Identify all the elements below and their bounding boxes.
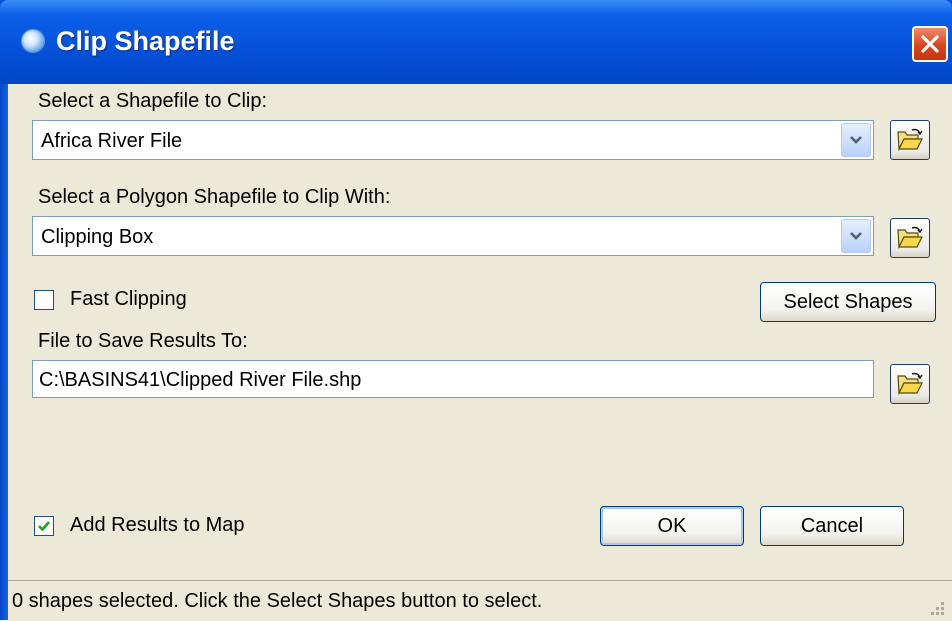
save-path-value: C:\BASINS41\Clipped River File.shp [39, 369, 362, 391]
polygon-value: Clipping Box [41, 226, 154, 248]
fast-clipping-checkbox[interactable] [34, 290, 54, 310]
chevron-down-icon [850, 232, 862, 240]
fast-clipping-label: Fast Clipping [70, 288, 187, 310]
window-left-border [0, 84, 8, 620]
save-path-field[interactable]: C:\BASINS41\Clipped River File.shp [32, 360, 874, 398]
add-results-checkbox[interactable] [34, 516, 54, 536]
close-icon [921, 35, 939, 53]
dialog-body: Select a Shapefile to Clip: Africa River… [8, 84, 952, 580]
status-text: 0 shapes selected. Click the Select Shap… [12, 590, 543, 612]
shapefile-value: Africa River File [41, 130, 183, 152]
title-bar[interactable]: Clip Shapefile [0, 0, 952, 84]
polygon-label: Select a Polygon Shapefile to Clip With: [38, 186, 391, 208]
browse-shapefile-button[interactable] [890, 120, 930, 160]
polygon-dropdown-button[interactable] [841, 219, 871, 253]
shapefile-dropdown-button[interactable] [841, 123, 871, 157]
browse-polygon-button[interactable] [890, 218, 930, 258]
add-results-label: Add Results to Map [70, 514, 245, 536]
save-label: File to Save Results To: [38, 330, 248, 352]
globe-icon [22, 30, 44, 52]
shapefile-combobox[interactable]: Africa River File [32, 120, 874, 160]
chevron-down-icon [850, 136, 862, 144]
close-button[interactable] [912, 26, 948, 62]
browse-save-button[interactable] [890, 364, 930, 404]
resize-grip-icon[interactable] [926, 597, 946, 617]
window-title: Clip Shapefile [56, 26, 235, 56]
checkmark-icon [38, 521, 50, 532]
clip-shapefile-window: Clip Shapefile Select a Shapefile to Cli… [0, 0, 952, 621]
open-folder-icon [897, 128, 923, 152]
polygon-combobox[interactable]: Clipping Box [32, 216, 874, 256]
open-folder-icon [897, 226, 923, 250]
ok-button[interactable]: OK [600, 506, 744, 546]
open-folder-icon [897, 372, 923, 396]
select-shapes-button[interactable]: Select Shapes [760, 282, 936, 322]
cancel-button[interactable]: Cancel [760, 506, 904, 546]
shapefile-label: Select a Shapefile to Clip: [38, 90, 268, 112]
status-bar: 0 shapes selected. Click the Select Shap… [8, 580, 952, 621]
